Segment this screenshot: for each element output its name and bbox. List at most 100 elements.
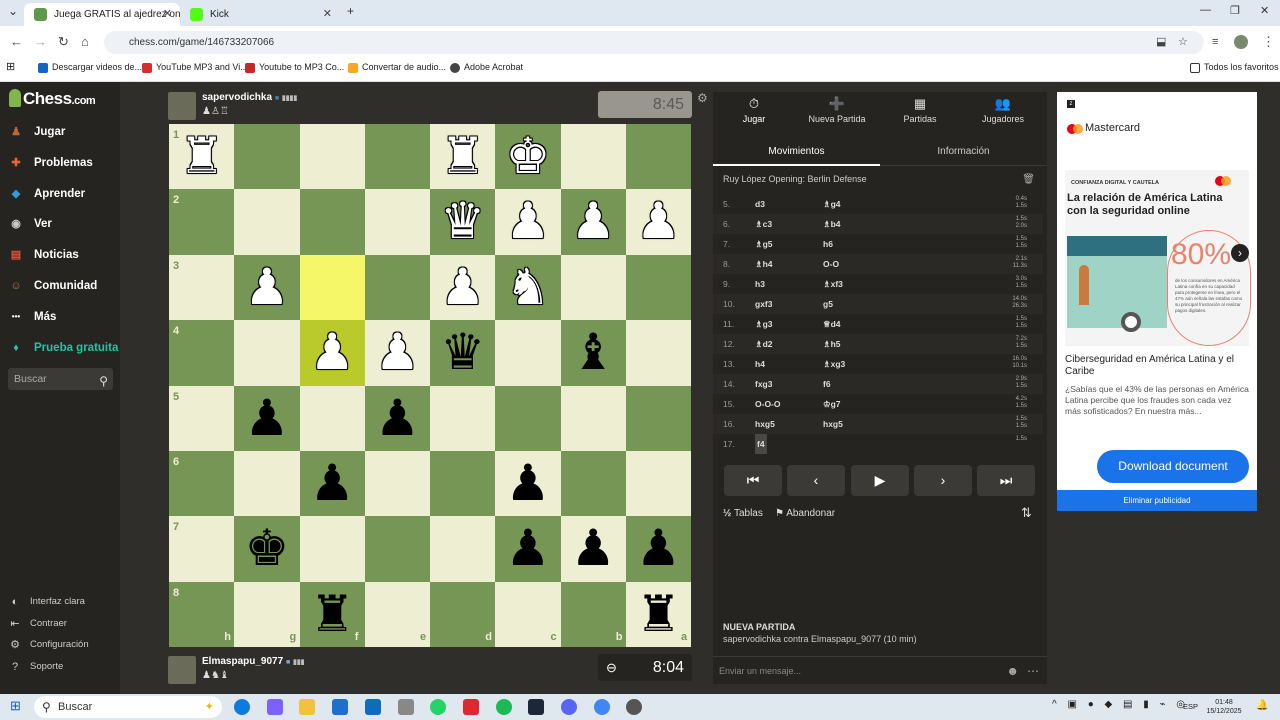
outlook-icon[interactable] — [364, 699, 381, 715]
tab-players[interactable]: 👥 Jugadores — [963, 96, 1043, 132]
square-a6[interactable] — [625, 451, 691, 517]
store-icon[interactable] — [332, 699, 349, 715]
spotify-icon[interactable] — [495, 699, 512, 715]
edge-icon[interactable] — [234, 699, 250, 715]
profile-avatar[interactable] — [1234, 35, 1248, 49]
all-bookmarks[interactable]: Todos los favoritos — [1190, 62, 1279, 73]
white-knight-piece[interactable]: ♞ — [495, 255, 560, 320]
black-move[interactable]: ♗g4 — [823, 194, 841, 214]
white-move[interactable]: hxg5 — [755, 414, 775, 434]
new-tab-icon[interactable]: + — [347, 4, 354, 18]
tab-kick[interactable]: Kick ✕ — [180, 3, 340, 26]
sidebar-item-community[interactable]: ☺ Comunidad — [8, 276, 97, 296]
home-icon[interactable]: ⌂ — [81, 34, 89, 50]
notifications-icon[interactable]: 🔔 — [1256, 701, 1268, 711]
sidebar-item-more[interactable]: ••• Más — [8, 307, 57, 327]
download-document-button[interactable]: Download document — [1097, 450, 1249, 483]
white-king-piece[interactable]: ♚ — [495, 124, 560, 189]
play-button[interactable]: ▶ — [851, 465, 909, 496]
black-pawn-piece[interactable]: ♟ — [365, 386, 430, 451]
sidebar-footer-settings[interactable]: ⚙ Configuración — [8, 637, 89, 653]
file-explorer-icon[interactable] — [299, 699, 316, 715]
tab-games[interactable]: ▦ Partidas — [880, 96, 960, 132]
square-e7[interactable] — [364, 516, 430, 582]
black-move[interactable]: ♕d4 — [823, 314, 841, 334]
menu-kebab-icon[interactable]: ⋮ — [1262, 34, 1275, 50]
sidebar-search-input[interactable]: Buscar ⚲ — [8, 368, 113, 390]
black-queen-piece[interactable]: ♛ — [430, 320, 495, 385]
square-f1[interactable] — [299, 124, 365, 190]
avatar[interactable] — [168, 92, 196, 120]
sidebar-item-diamond[interactable]: ♦ Prueba gratuita — [8, 338, 118, 358]
close-tab-icon[interactable]: ✕ — [163, 3, 172, 26]
last-move-button[interactable]: ⏭ — [977, 465, 1035, 496]
white-pawn-piece[interactable]: ♟ — [495, 189, 560, 254]
square-a1[interactable] — [625, 124, 691, 190]
white-move[interactable]: ♗g5 — [755, 234, 773, 254]
black-pawn-piece[interactable]: ♟ — [234, 386, 299, 451]
chess-app-icon[interactable] — [626, 699, 643, 715]
chrome-icon[interactable] — [593, 699, 610, 715]
sidebar-item-learn[interactable]: ◆ Aprender — [8, 184, 85, 204]
white-move[interactable]: gxf3 — [755, 294, 772, 314]
white-rook-piece[interactable]: ♜ — [169, 124, 234, 189]
bookmark-item[interactable]: YouTube MP3 and Vi... — [142, 62, 248, 73]
bookmark-item[interactable]: Descargar videos de... — [38, 62, 142, 73]
next-slide-icon[interactable]: › — [1231, 244, 1249, 262]
apps-grid-icon[interactable]: ⊞ — [6, 60, 15, 73]
black-move[interactable]: h6 — [823, 234, 833, 254]
sidebar-item-watch[interactable]: ◉ Ver — [8, 214, 52, 234]
sidebar-footer-theme[interactable]: ◐ Interfaz clara — [8, 594, 85, 610]
white-pawn-piece[interactable]: ♟ — [626, 189, 691, 254]
back-icon[interactable]: ← — [10, 34, 23, 50]
steam-icon[interactable] — [528, 699, 545, 715]
first-move-button[interactable]: ⏮ — [724, 465, 782, 496]
black-move[interactable]: hxg5 — [823, 414, 843, 434]
white-move[interactable]: ♗h4 — [755, 254, 773, 274]
settings-gear-icon[interactable]: ⚙ — [697, 91, 708, 105]
bookmark-star-icon[interactable]: ☆ — [1178, 34, 1188, 50]
chess-logo[interactable]: Chess.com — [9, 89, 96, 109]
square-e3[interactable] — [364, 254, 430, 321]
more-options-icon[interactable]: ⋯ — [1027, 657, 1039, 685]
black-pawn-piece[interactable]: ♟ — [300, 451, 365, 516]
ad-brand[interactable]: Mastercard — [1067, 122, 1140, 134]
black-pawn-piece[interactable]: ♟ — [626, 516, 691, 581]
white-move[interactable]: fxg3 — [755, 374, 772, 394]
sidebar-item-play[interactable]: ♟ Jugar — [8, 122, 65, 142]
maximize-icon[interactable]: ❐ — [1230, 4, 1240, 17]
emoji-icon[interactable]: ☻ — [1006, 657, 1019, 685]
square-e6[interactable] — [364, 451, 430, 517]
square-d6[interactable] — [430, 451, 496, 517]
black-pawn-piece[interactable]: ♟ — [495, 451, 560, 516]
close-tab-icon[interactable]: ✕ — [323, 3, 332, 26]
square-a5[interactable] — [625, 385, 691, 451]
black-rook-piece[interactable]: ♜ — [300, 582, 365, 647]
black-move[interactable]: ♗h5 — [823, 334, 841, 354]
white-move[interactable]: ♗g3 — [755, 314, 773, 334]
white-pawn-piece[interactable]: ♟ — [430, 255, 495, 320]
clock[interactable]: 01:48 15/12/2025 — [1202, 698, 1246, 716]
square-g1[interactable] — [234, 124, 300, 190]
forward-icon[interactable]: → — [34, 34, 47, 50]
white-rook-piece[interactable]: ♜ — [430, 124, 495, 189]
draw-button[interactable]: ½ Tablas — [723, 508, 763, 519]
square-g2[interactable] — [234, 189, 300, 255]
taskbar-search[interactable]: ⚲ Buscar ✦ — [34, 696, 222, 718]
trash-icon[interactable]: 🗑 — [1022, 174, 1035, 185]
discord-icon[interactable] — [561, 699, 577, 715]
app-icon[interactable] — [397, 699, 414, 715]
resign-button[interactable]: ⚑ Abandonar — [775, 508, 835, 519]
black-move[interactable]: ♗xg3 — [823, 354, 845, 374]
app-red-icon[interactable] — [462, 699, 479, 715]
tab-search-chevron-icon[interactable]: ⌄ — [8, 4, 18, 18]
square-g6[interactable] — [234, 451, 300, 517]
black-move[interactable]: ♗xf3 — [823, 274, 843, 294]
square-f7[interactable] — [299, 516, 365, 582]
black-move[interactable]: O-O — [823, 254, 839, 274]
white-move[interactable]: h4 — [755, 354, 765, 374]
black-move[interactable]: f6 — [823, 374, 831, 394]
tab-chess[interactable]: Juega GRATIS al ajedrez online - ✕ — [24, 3, 180, 26]
black-move[interactable]: ♔g7 — [823, 394, 841, 414]
search-icon[interactable]: ⚲ — [99, 370, 108, 392]
